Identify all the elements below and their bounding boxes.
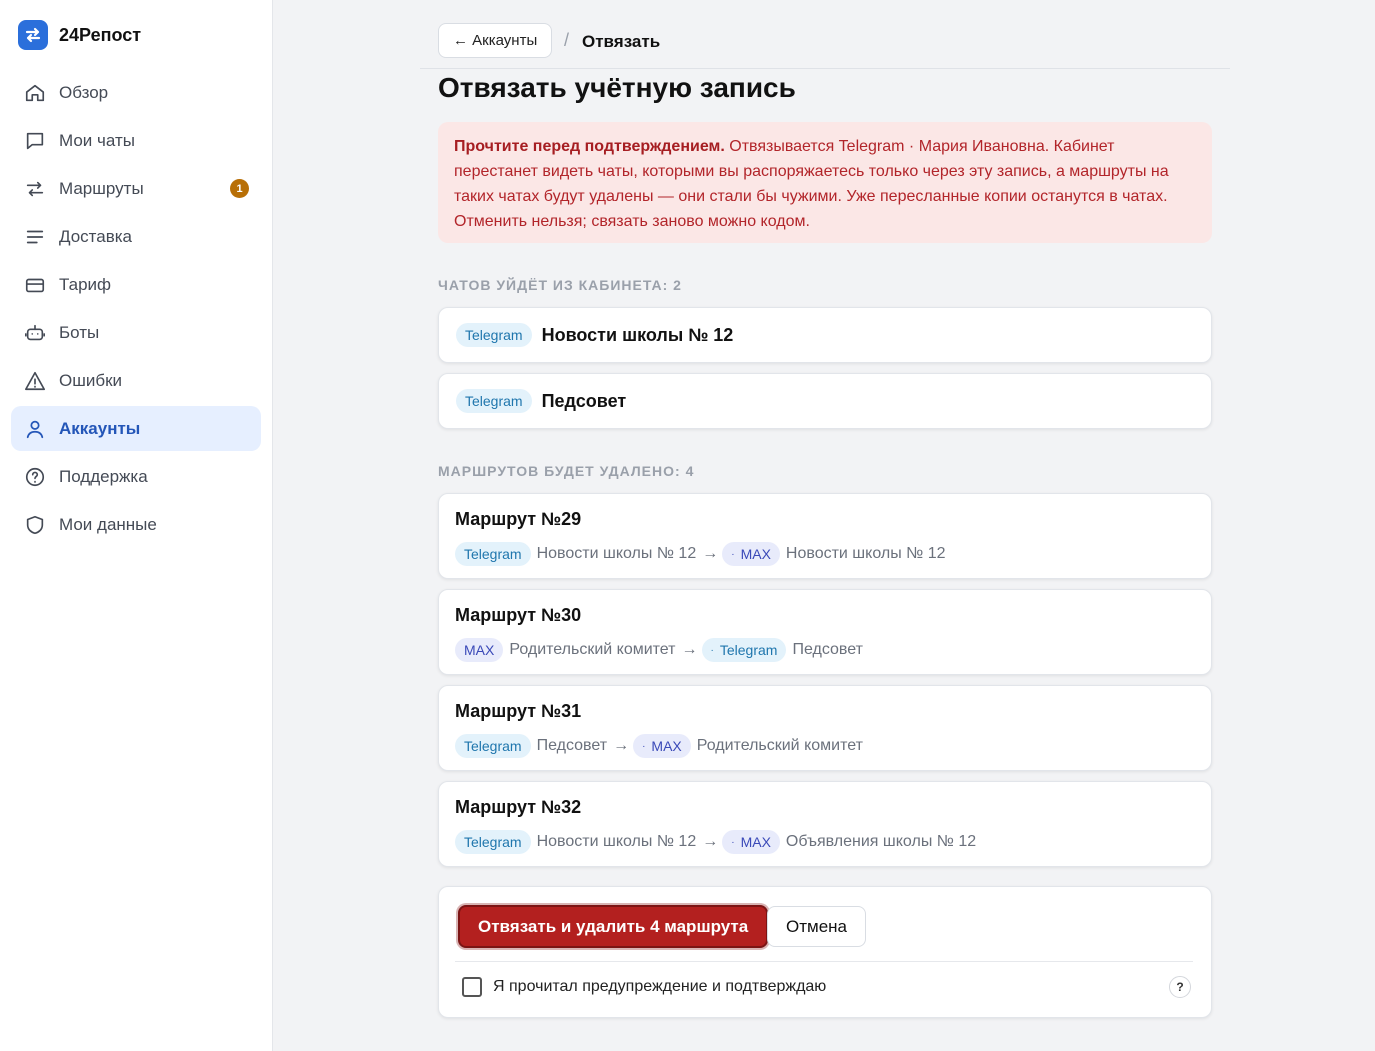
platform-badge: Telegram (456, 389, 532, 413)
sidebar-item-routes[interactable]: Маршруты 1 (11, 166, 261, 211)
sidebar-item-accounts[interactable]: Аккаунты (11, 406, 261, 451)
lines-icon (24, 226, 46, 248)
target-chat: Объявления школы № 12 (785, 833, 977, 850)
source-chat: Новости школы № 12 (536, 833, 697, 850)
route-path: Telegram Новости школы № 12 → · MAX Объяв… (455, 830, 1195, 854)
sidebar-item-label: Поддержка (59, 466, 148, 486)
target-platform-badge: · Telegram (701, 638, 787, 662)
source-platform-badge: Telegram (455, 830, 531, 854)
source-platform-badge: MAX (455, 638, 504, 662)
sidebar-item-my-data[interactable]: Мои данные (11, 502, 261, 547)
route-path: MAX Родительский комитет → · Telegram Пед… (455, 638, 1195, 662)
target-chat: Родительский комитет (696, 737, 863, 754)
route-arrow-icon: → (702, 545, 719, 562)
confirm-checkbox-label[interactable]: Я прочитал предупреждение и подтверждаю (493, 978, 826, 996)
sidebar-item-bots[interactable]: Боты (11, 310, 261, 355)
route-card: Маршрут №29 Telegram Новости школы № 12 … (438, 493, 1212, 579)
help-circle-icon (24, 466, 46, 488)
breadcrumb-separator: / (564, 30, 570, 50)
sidebar-item-label: Ошибки (59, 370, 123, 390)
source-chat: Педсовет (536, 737, 608, 754)
chat-icon (24, 130, 46, 152)
confirm-checkbox[interactable] (462, 977, 482, 997)
target-chat: Педсовет (792, 641, 863, 658)
source-platform-badge: Telegram (455, 734, 531, 758)
source-platform-badge: Telegram (455, 542, 531, 566)
back-to-accounts-button[interactable]: ← Аккаунты (438, 23, 553, 58)
chat-card: Telegram Новости школы № 12 (438, 307, 1212, 363)
route-title: Маршрут №30 (455, 605, 582, 625)
app-logo-icon (18, 20, 48, 50)
route-title: Маршрут №32 (455, 797, 582, 817)
warning-lead: Прочтите перед подтверждением. (454, 138, 725, 155)
sidebar-item-label: Аккаунты (59, 418, 141, 438)
shield-icon (24, 514, 46, 536)
route-arrow-icon: → (613, 737, 630, 754)
source-chat: Родительский комитет (509, 641, 676, 658)
sidebar-item-label: Доставка (59, 226, 133, 246)
route-path: Telegram Новости школы № 12 → · MAX Новос… (455, 542, 1195, 566)
chat-card: Telegram Педсовет (438, 373, 1212, 429)
warning-banner: Прочтите перед подтверждением. Отвязывае… (438, 122, 1212, 243)
unlink-and-delete-button[interactable]: Отвязать и удалить 4 маршрута (458, 905, 769, 948)
target-platform-label: MAX (740, 546, 771, 562)
sidebar-item-errors[interactable]: Ошибки (11, 358, 261, 403)
target-chat: Новости школы № 12 (785, 545, 946, 562)
route-arrow-icon: → (681, 641, 698, 658)
sidebar-item-overview[interactable]: Обзор (11, 70, 261, 115)
route-card: Маршрут №32 Telegram Новости школы № 12 … (438, 781, 1212, 867)
target-platform-badge: · MAX (633, 734, 691, 758)
sidebar-item-support[interactable]: Поддержка (11, 454, 261, 499)
divider (455, 961, 1193, 962)
target-platform-label: MAX (651, 738, 682, 754)
page-title: Отвязать учётную запись (438, 72, 796, 103)
user-icon (24, 418, 46, 440)
card-icon (24, 274, 46, 296)
app-name: 24Репост (59, 24, 142, 45)
route-title: Маршрут №31 (455, 701, 582, 721)
platform-badge: Telegram (456, 323, 532, 347)
target-platform-badge: · MAX (722, 542, 780, 566)
sidebar-item-label: Маршруты (59, 178, 144, 198)
sidebar-item-tariff[interactable]: Тариф (11, 262, 261, 307)
sidebar-item-label: Боты (59, 322, 100, 342)
sidebar-item-delivery[interactable]: Доставка (11, 214, 261, 259)
route-card: Маршрут №30 MAX Родительский комитет → ·… (438, 589, 1212, 675)
confirm-panel: Отвязать и удалить 4 маршрута Отмена Я п… (438, 886, 1212, 1018)
target-platform-label: MAX (740, 834, 771, 850)
chat-name: Новости школы № 12 (541, 324, 734, 345)
route-card: Маршрут №31 Telegram Педсовет → · MAX Род… (438, 685, 1212, 771)
target-platform-badge: · MAX (722, 830, 780, 854)
sidebar: 24Репост Обзор Мои чаты Маршруты 1 Доста… (0, 0, 273, 1051)
cancel-button[interactable]: Отмена (767, 906, 866, 947)
target-platform-label: Telegram (719, 642, 778, 658)
sidebar-item-label: Мои данные (59, 514, 157, 534)
dot-icon: · (731, 836, 735, 848)
route-arrow-icon: → (702, 833, 719, 850)
bot-icon (24, 322, 46, 344)
dot-icon: · (731, 548, 735, 560)
source-chat: Новости школы № 12 (536, 545, 697, 562)
routes-icon (24, 178, 46, 200)
warning-icon (24, 370, 46, 392)
breadcrumb: ← Аккаунты / Отвязать (420, 22, 1230, 69)
route-title: Маршрут №29 (455, 509, 582, 529)
routes-count-badge: 1 (230, 179, 249, 198)
route-path: Telegram Педсовет → · MAX Родительский ко… (455, 734, 1195, 758)
dot-icon: · (642, 740, 646, 752)
sidebar-item-label: Тариф (59, 274, 112, 294)
chat-name: Педсовет (541, 390, 627, 411)
chats-section-label: ЧАТОВ УЙДЁТ ИЗ КАБИНЕТА: 2 (438, 277, 682, 293)
sidebar-item-label: Мои чаты (59, 130, 135, 150)
sidebar-item-label: Обзор (59, 82, 109, 102)
brand[interactable]: 24Репост (18, 20, 141, 50)
help-icon[interactable]: ? (1169, 976, 1191, 998)
sidebar-nav: Обзор Мои чаты Маршруты 1 Доставка Тариф… (11, 70, 261, 550)
home-icon (24, 82, 46, 104)
breadcrumb-current: Отвязать (582, 32, 661, 51)
sidebar-item-my-chats[interactable]: Мои чаты (11, 118, 261, 163)
routes-section-label: МАРШРУТОВ БУДЕТ УДАЛЕНО: 4 (438, 463, 695, 479)
dot-icon: · (710, 644, 714, 656)
